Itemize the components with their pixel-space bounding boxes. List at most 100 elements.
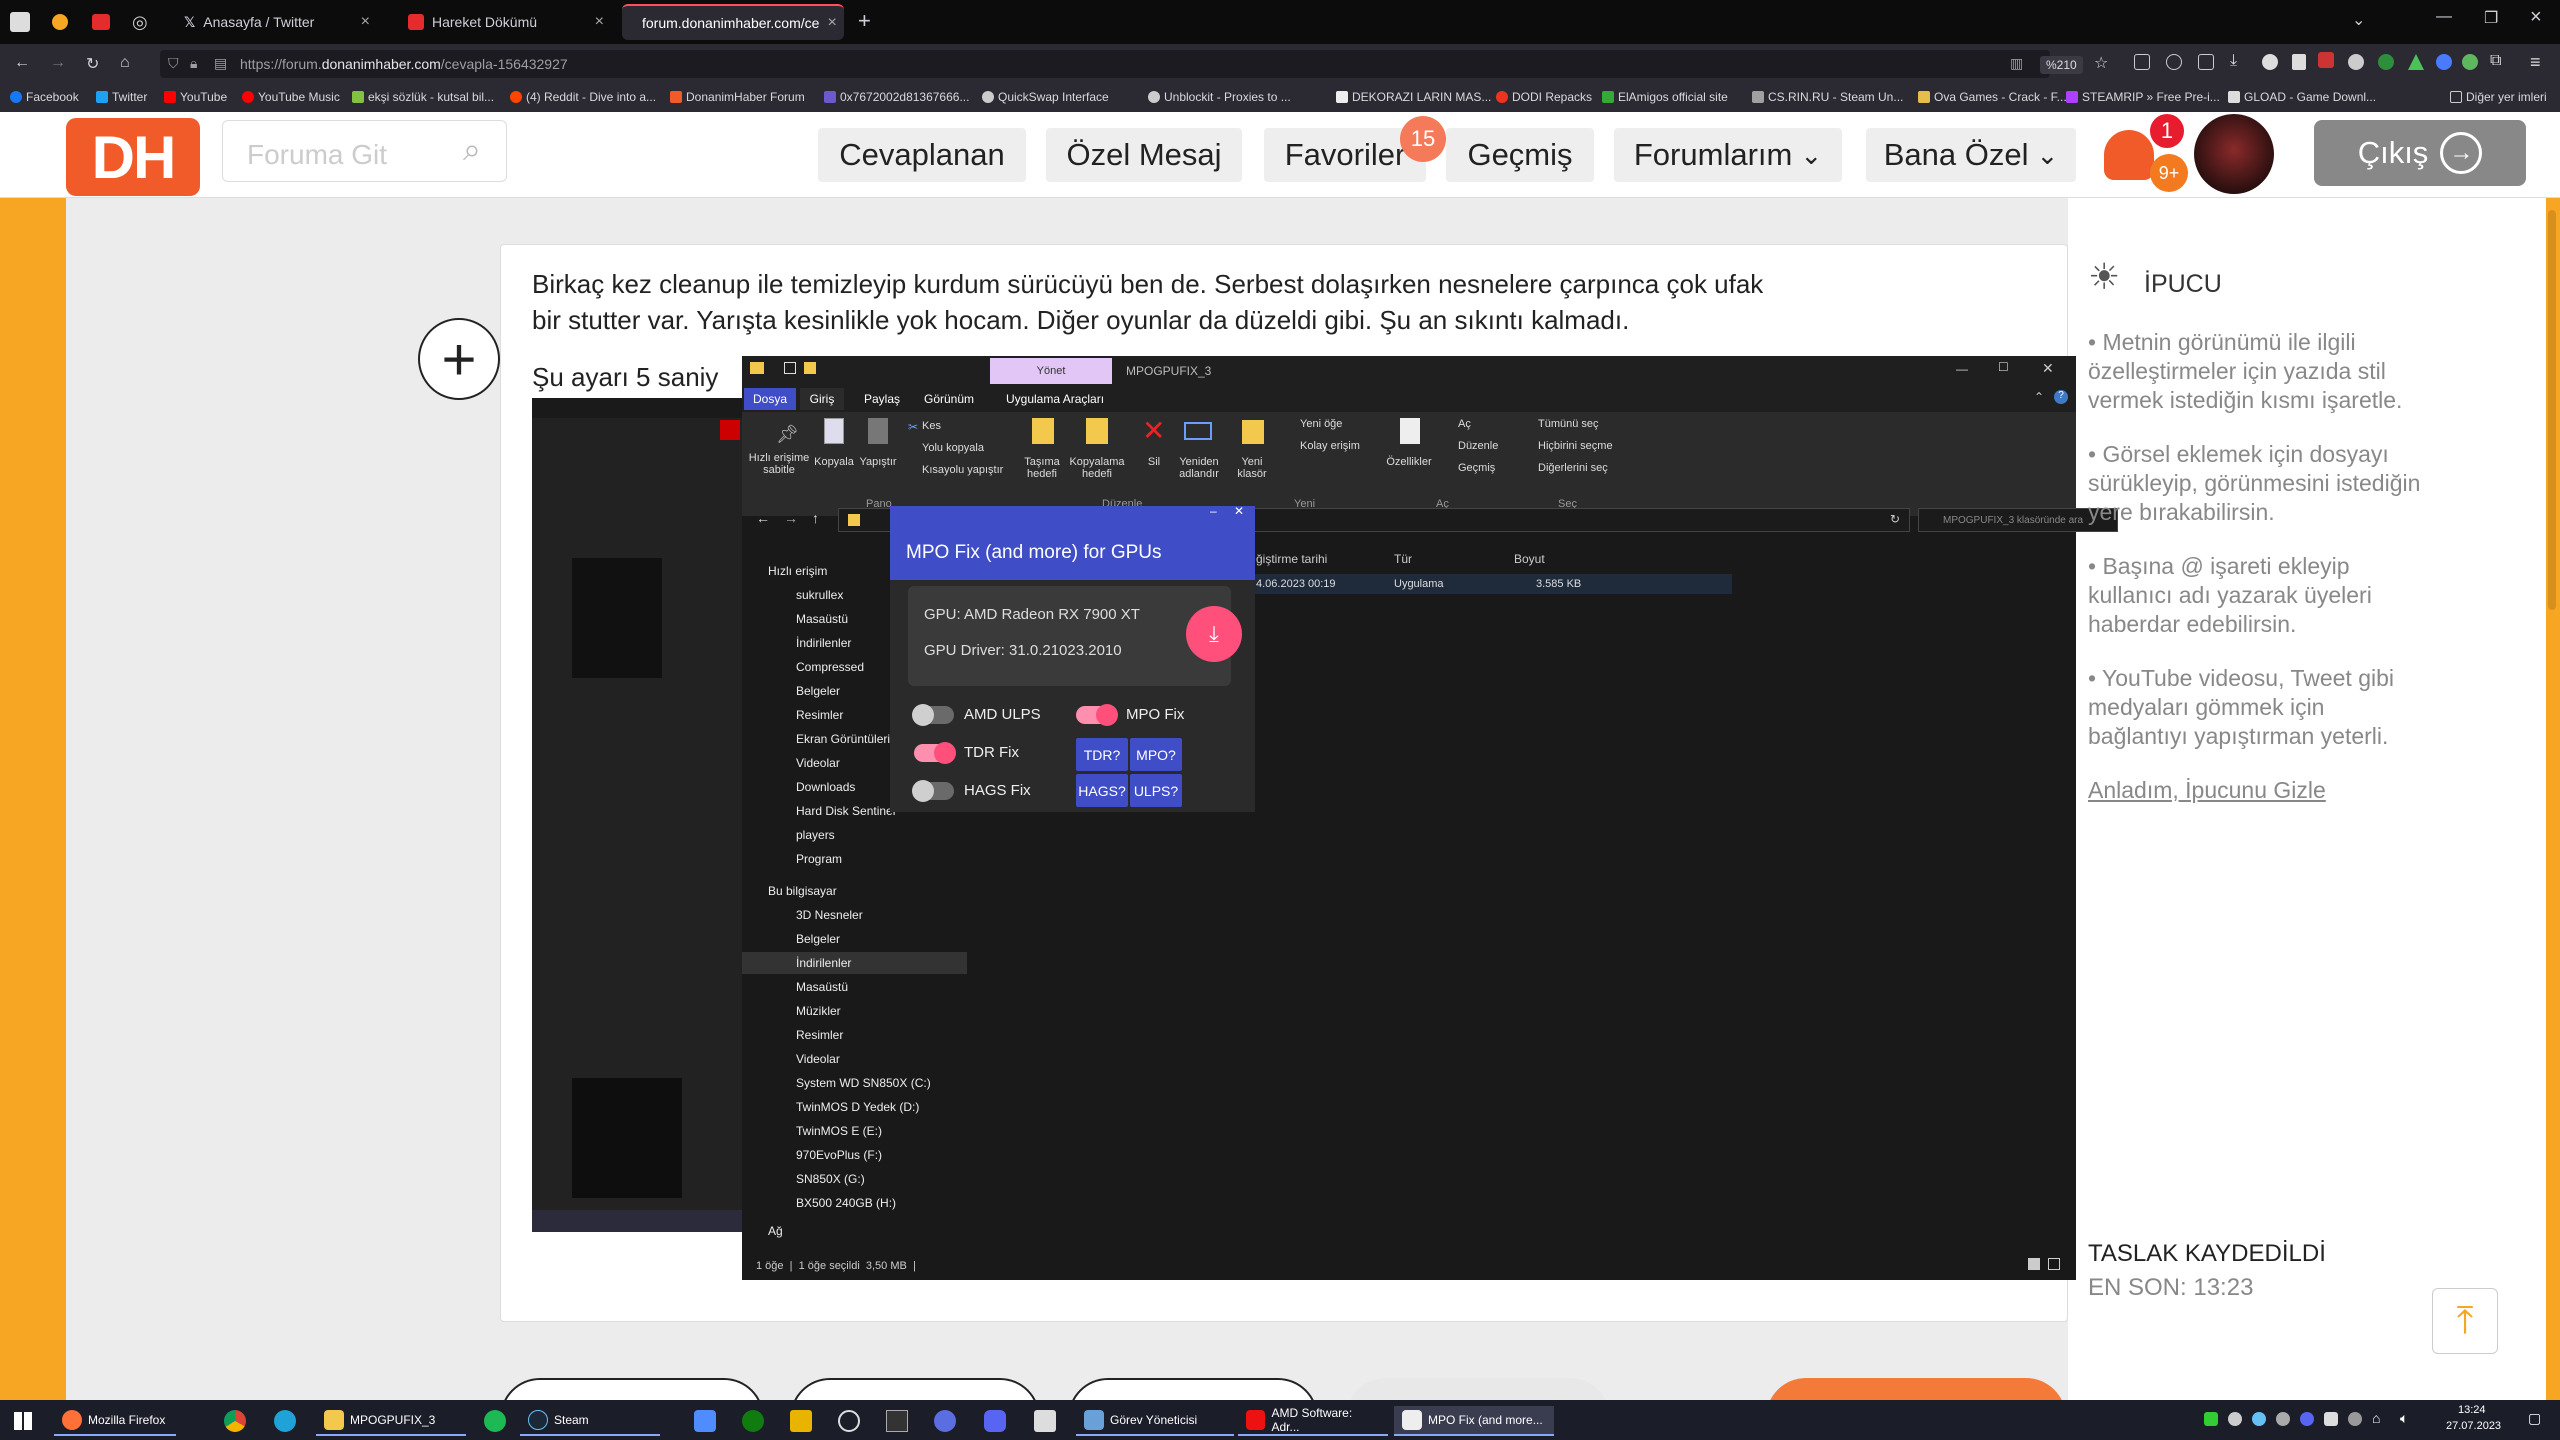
extension-icon[interactable]	[2436, 54, 2452, 70]
bookmark-item[interactable]: Twitter	[96, 90, 147, 104]
sidebar-item[interactable]: sukrullex	[796, 588, 843, 602]
sidebar-item[interactable]: System WD SN850X (C:)	[796, 1076, 931, 1090]
hide-tips-link[interactable]: Anladım, İpucunu Gizle	[2088, 776, 2428, 805]
close-tab-icon[interactable]: ×	[361, 13, 370, 31]
extension-icon[interactable]	[2348, 54, 2364, 70]
sidebar-item[interactable]: TwinMOS D Yedek (D:)	[796, 1100, 919, 1114]
download-button[interactable]: ⤓	[1186, 606, 1242, 662]
hags-help-button[interactable]: HAGS?	[1076, 774, 1128, 807]
tab-gorunum[interactable]: Görünüm	[924, 392, 974, 406]
reader-view-icon[interactable]: ▥	[2010, 55, 2023, 72]
reload-icon[interactable]: ↻	[86, 54, 99, 74]
menu-icon[interactable]: ≡	[2530, 52, 2541, 73]
scroll-top-button[interactable]: ⤒	[2432, 1288, 2498, 1354]
copy-button[interactable]: Kopyala	[814, 456, 854, 468]
back-icon[interactable]: ←	[756, 510, 770, 526]
sidebar-item[interactable]: 970EvoPlus (F:)	[796, 1148, 882, 1162]
zoom-level[interactable]: %210	[2040, 56, 2083, 74]
tab-twitter[interactable]: 𝕏 Anasayfa / Twitter ×	[172, 4, 382, 40]
sidebar-item[interactable]: İndirilenler	[796, 956, 851, 970]
logout-button[interactable]: Çıkış →	[2314, 120, 2526, 186]
details-view-icon[interactable]	[2028, 1258, 2040, 1270]
minimize-icon[interactable]: –	[1210, 504, 1217, 518]
start-icon[interactable]	[14, 1412, 32, 1430]
taskbar-item-firefox[interactable]: Mozilla Firefox	[54, 1406, 176, 1436]
bookmark-item[interactable]: QuickSwap Interface	[982, 90, 1109, 104]
sidebar-item[interactable]: Resimler	[796, 708, 843, 722]
amd-ulps-toggle[interactable]	[912, 704, 954, 726]
mpo-fix-toggle[interactable]	[1076, 704, 1118, 726]
nav-bana-ozel[interactable]: Bana Özel ⌄	[1866, 128, 2076, 182]
sidebar-item[interactable]: Belgeler	[796, 684, 840, 698]
tray-icon[interactable]	[2348, 1412, 2362, 1426]
pinned-tab-icon[interactable]	[52, 14, 68, 30]
minimize-icon[interactable]: —	[1956, 362, 1968, 376]
shield-icon[interactable]: ⛉	[168, 55, 179, 72]
extension-icon[interactable]	[2462, 54, 2478, 70]
forward-icon[interactable]: →	[50, 54, 66, 72]
app-icon[interactable]	[934, 1410, 956, 1432]
tray-icon[interactable]	[2300, 1412, 2314, 1426]
taskbar-item-steam[interactable]: Steam	[520, 1406, 660, 1436]
bookmark-item[interactable]: GLOAD - Game Downl...	[2228, 90, 2376, 104]
sidebar-item[interactable]: Masaüstü	[796, 612, 848, 626]
edit-button[interactable]: Düzenle	[1458, 440, 1498, 452]
tab-dosya[interactable]: Dosya	[744, 388, 796, 410]
column-date[interactable]: ğiştirme tarihi	[1256, 552, 1327, 566]
open-button[interactable]: Aç	[1458, 418, 1471, 430]
tiles-view-icon[interactable]	[2048, 1258, 2060, 1270]
sidebar-item[interactable]: SN850X (G:)	[796, 1172, 865, 1186]
ribbon-collapse-icon[interactable]: ⌃	[2034, 390, 2044, 404]
sidebar-item-quick-access[interactable]: Hızlı erişim	[768, 564, 827, 578]
bookmark-item[interactable]: CS.RIN.RU - Steam Un...	[1752, 90, 1903, 104]
globe-icon[interactable]: ◎	[132, 12, 148, 33]
app-icon[interactable]	[886, 1410, 908, 1432]
tray-icon[interactable]	[2324, 1412, 2338, 1426]
close-tab-icon[interactable]: ×	[595, 13, 604, 31]
properties-button[interactable]: Özellikler	[1384, 456, 1434, 468]
history-button[interactable]: Geçmiş	[1458, 462, 1495, 474]
bookmark-star-icon[interactable]: ☆	[2094, 53, 2108, 73]
extension-icon[interactable]	[2408, 54, 2424, 70]
taskbar-item-task-manager[interactable]: Görev Yöneticisi	[1076, 1406, 1234, 1436]
quick-access-icon[interactable]	[784, 362, 796, 374]
bookmark-item[interactable]: Unblockit - Proxies to ...	[1148, 90, 1291, 104]
sidebar-item[interactable]: Ekran Görüntüleri	[796, 732, 890, 746]
forward-icon[interactable]: →	[784, 510, 798, 526]
bookmark-item[interactable]: Facebook	[10, 90, 79, 104]
sidebar-item-network[interactable]: Ağ	[768, 1224, 783, 1238]
paste-shortcut-button[interactable]: Kısayolu yapıştır	[922, 464, 1003, 476]
bookmark-item[interactable]: 0x7672002d81367666...	[824, 90, 969, 104]
tab-hareket[interactable]: Hareket Dökümü ×	[396, 4, 616, 40]
up-icon[interactable]: ↑	[812, 510, 819, 526]
sidebar-item[interactable]: BX500 240GB (H:)	[796, 1196, 896, 1210]
bookmark-item[interactable]: Ova Games - Crack - F...	[1918, 90, 2067, 104]
sidebar-item[interactable]: Compressed	[796, 660, 864, 674]
sidebar-item[interactable]: Masaüstü	[796, 980, 848, 994]
column-size[interactable]: Boyut	[1514, 552, 1545, 566]
sidebar-item[interactable]: Resimler	[796, 1028, 843, 1042]
chrome-icon[interactable]	[224, 1410, 246, 1432]
app-icon[interactable]	[694, 1410, 716, 1432]
taskbar-item-mpo[interactable]: MPO Fix (and more...	[1394, 1406, 1554, 1436]
extension-icon[interactable]	[2134, 54, 2150, 70]
spotify-icon[interactable]	[484, 1410, 506, 1432]
tdr-help-button[interactable]: TDR?	[1076, 738, 1128, 771]
bookmark-item[interactable]: DEKORAZI LARIN MAS...	[1336, 90, 1491, 104]
sidebar-item[interactable]: Program	[796, 852, 842, 866]
home-icon[interactable]: ⌂	[120, 54, 130, 72]
close-icon[interactable]: ✕	[2042, 360, 2054, 377]
help-icon[interactable]: ?	[2054, 390, 2068, 404]
new-item-button[interactable]: Yeni öğe	[1300, 418, 1342, 430]
mpo-help-button[interactable]: MPO?	[1130, 738, 1182, 771]
cut-button[interactable]: Kes	[922, 420, 941, 432]
select-all-button[interactable]: Tümünü seç	[1538, 418, 1599, 430]
speaker-icon[interactable]: 🔈︎	[2400, 1410, 2408, 1427]
paste-button[interactable]: Yapıştır	[856, 456, 900, 468]
rename-button[interactable]: Yeniden adlandır	[1176, 456, 1222, 480]
bookmark-item[interactable]: ekşi sözlük - kutsal bil...	[352, 90, 494, 104]
tab-paylas[interactable]: Paylaş	[864, 392, 900, 406]
move-to-button[interactable]: Taşıma hedefi	[1016, 456, 1068, 480]
bookmark-item[interactable]: STEAMRIP » Free Pre-i...	[2066, 90, 2220, 104]
sidebar-item[interactable]: TwinMOS E (E:)	[796, 1124, 882, 1138]
